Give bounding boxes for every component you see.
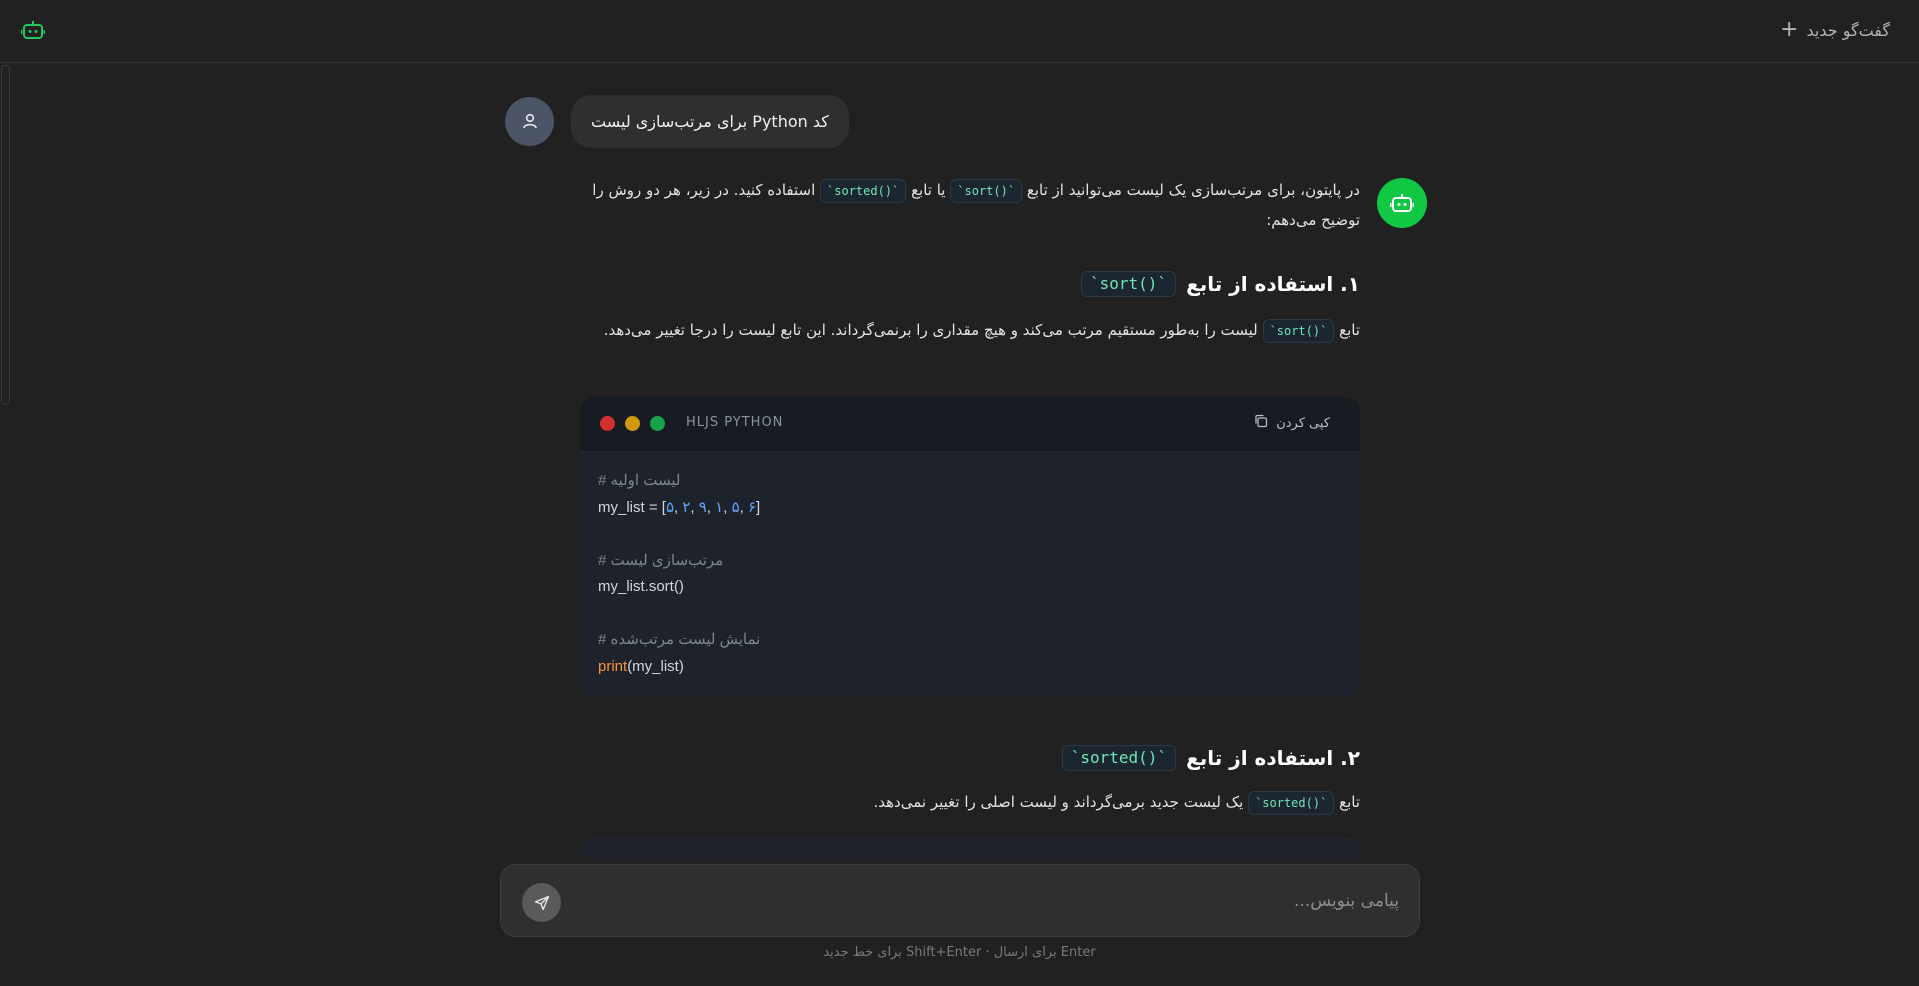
paragraph-text: تابع — [1339, 321, 1360, 339]
section-1-heading: ۱. استفاده از تابع `sort()` — [1081, 271, 1360, 297]
code-block-header: HLJS PYTHON کپی کردن — [580, 397, 1360, 452]
paragraph-text: یک لیست جدید برمی‌گرداند و لیست اصلی را … — [873, 793, 1244, 811]
user-icon — [522, 113, 537, 129]
window-dot-yellow — [625, 416, 640, 431]
code-line: my_list = [۵, ۲, ۹, ۱, ۵, ۶] — [598, 498, 761, 516]
code-number: ۵ — [731, 498, 740, 516]
composer-hint: Enter برای ارسال · Shift+Enter برای خط ج… — [823, 945, 1096, 960]
code-number: ۲ — [682, 498, 691, 516]
user-message-bubble: کد Python برای مرتب‌سازی لیست — [571, 94, 849, 148]
send-button[interactable] — [522, 883, 561, 922]
window-dot-red — [600, 416, 615, 431]
user-avatar — [505, 96, 554, 146]
inline-code-sorted: `sorted()` — [1248, 791, 1335, 815]
code-comment: # نمایش لیست مرتب‌شده — [598, 631, 761, 648]
code-text: (my_list) — [627, 657, 684, 675]
robot-icon[interactable] — [20, 19, 46, 41]
paragraph-text: تابع — [1339, 793, 1360, 811]
code-number: ۱ — [715, 498, 724, 516]
code-line: my_list.sort() — [598, 578, 684, 595]
section-2-heading: ۲. استفاده از تابع `sorted()` — [1061, 745, 1360, 771]
intro-text: در پایتون، برای مرتب‌سازی یک لیست می‌توا… — [1026, 181, 1360, 199]
robot-icon — [1390, 194, 1414, 212]
code-number: ۵ — [665, 498, 674, 516]
code-content: # لیست اولیه my_list = [۵, ۲, ۹, ۱, ۵, ۶… — [580, 452, 1360, 696]
code-block: HLJS PYTHON کپی کردن # لیست اولیه my_lis… — [580, 397, 1360, 697]
code-comment: # لیست اولیه — [598, 472, 681, 489]
code-comment: # مرتب‌سازی لیست — [598, 551, 724, 569]
inline-code-sorted: `sorted()` — [1061, 745, 1177, 771]
inline-code-sort: `sort()` — [1262, 319, 1335, 343]
copy-label: کپی کردن — [1276, 415, 1330, 431]
plus-icon: + — [1780, 17, 1799, 42]
heading-text: ۲. استفاده از تابع — [1186, 746, 1360, 770]
inline-code-sort: `sort()` — [950, 179, 1023, 203]
copy-icon — [1254, 414, 1268, 432]
code-language-label: HLJS PYTHON — [686, 415, 784, 430]
top-bar: + گفت‌گو جدید — [0, 0, 1919, 63]
code-text: my_list = [ — [598, 498, 666, 516]
intro-text: یا تابع — [911, 181, 946, 199]
code-text: ] — [756, 498, 761, 516]
scrollbar[interactable] — [1, 65, 10, 405]
window-dot-green — [650, 416, 665, 431]
new-chat-button[interactable]: + گفت‌گو جدید — [1780, 17, 1890, 43]
message-composer — [500, 864, 1420, 937]
code-function: print — [598, 657, 628, 675]
section-1-paragraph: تابع `sort()` لیست را به‌طور مستقیم مرتب… — [580, 315, 1360, 345]
code-number: ۹ — [698, 498, 707, 516]
intro-paragraph: در پایتون، برای مرتب‌سازی یک لیست می‌توا… — [580, 175, 1360, 235]
code-number: ۶ — [747, 498, 757, 516]
code-line: print(my_list) — [598, 654, 1342, 681]
inline-code-sorted: `sorted()` — [820, 179, 907, 203]
heading-text: ۱. استفاده از تابع — [1186, 272, 1360, 296]
code-block-partial — [580, 838, 1360, 858]
section-2-paragraph: تابع `sorted()` یک لیست جدید برمی‌گرداند… — [580, 787, 1360, 817]
assistant-avatar — [1377, 178, 1427, 228]
copy-code-button[interactable]: کپی کردن — [1254, 414, 1330, 432]
inline-code-sort: `sort()` — [1081, 271, 1177, 297]
user-message-row: کد Python برای مرتب‌سازی لیست — [505, 94, 849, 148]
paragraph-text: لیست را به‌طور مستقیم مرتب می‌کند و هیچ … — [603, 321, 1258, 339]
new-chat-label: گفت‌گو جدید — [1806, 20, 1890, 40]
message-input[interactable] — [559, 865, 1419, 936]
send-icon — [534, 895, 549, 910]
